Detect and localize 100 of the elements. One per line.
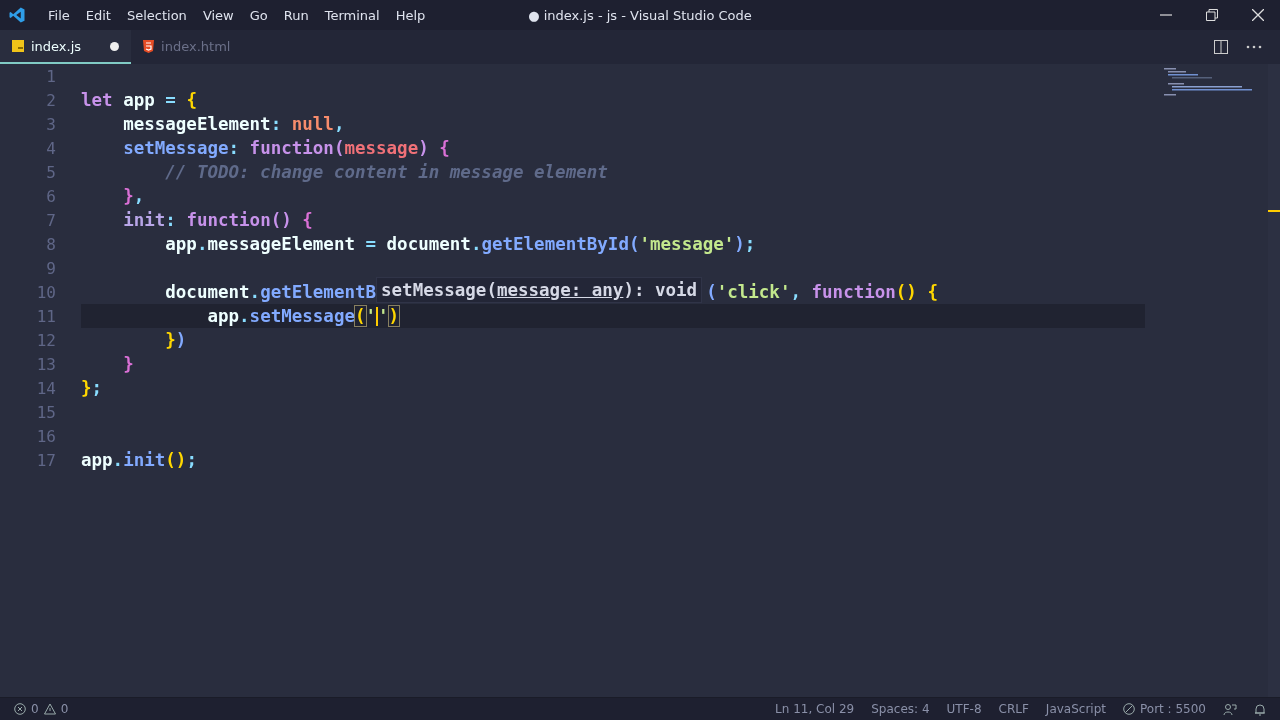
code-token: ( [706,282,717,302]
no-entry-icon [1123,703,1135,715]
code-token: let [81,90,113,110]
code-token: . [112,450,124,470]
menu-item[interactable]: Run [275,7,317,23]
code-token: } [164,330,176,350]
line-number: 7 [45,210,57,230]
code-token: } [122,354,134,374]
code-token: app [81,450,113,470]
code-token: . [196,234,208,254]
status-item[interactable]: JavaScript [1045,702,1106,716]
line-number: 8 [45,234,57,254]
code-token: = [365,234,377,254]
js-file-icon [12,40,24,52]
line-number: 14 [35,378,57,398]
code-token: app [164,234,197,254]
code-token: = [165,90,176,110]
menu-item[interactable]: File [40,7,78,23]
menu-item[interactable]: View [194,7,242,23]
window-title: ● index.js - js - Visual Studio Code [528,7,752,23]
code-token: ; [91,378,103,398]
code-token: ) [388,306,400,326]
port-status[interactable]: Port : 5500 [1140,702,1206,716]
code-token: , [790,282,802,302]
line-number: 17 [35,450,57,470]
code-token: { [301,210,313,230]
code-token: } [122,186,134,206]
code-token: ( [628,234,640,254]
signature-tooltip: setMessage(message: any): void [376,277,703,303]
menu-item[interactable]: Selection [118,7,195,23]
status-item[interactable]: Spaces: 4 [871,702,930,716]
code-token: app [206,306,240,326]
html-file-icon [143,39,155,53]
line-number: 6 [45,186,57,206]
bell-icon[interactable] [1254,702,1266,716]
code-token: ) [734,234,745,254]
warning-count: 0 [60,702,69,716]
code-token: setMessage [249,306,355,326]
line-number: 13 [35,354,57,374]
code-token: document [385,234,471,254]
error-icon [14,703,26,715]
line-number: 10 [35,282,57,302]
code-token: { [926,282,938,302]
code-token: function( [249,138,345,158]
code-token: getElementById [481,234,629,254]
code-token: ) [418,138,429,158]
code-token: ; [186,450,197,470]
problems-status[interactable]: 0 0 [14,702,69,716]
code-token: // TODO: change content in message element [164,162,608,182]
split-editor-icon[interactable] [1214,40,1228,54]
code-token: ' [378,306,389,326]
code-token: messageElement [207,234,356,254]
code-token: . [470,234,482,254]
code-token: message [344,138,419,158]
line-number: 3 [45,114,57,134]
code-token: . [239,306,250,326]
code-token: ' [365,306,377,326]
code-token: () [165,450,187,470]
code-token: setMessage [122,138,229,158]
code-token: app [122,90,156,110]
code-token: . [249,282,261,302]
menu-item[interactable]: Go [241,7,276,23]
more-icon[interactable] [1246,45,1262,49]
error-count: 0 [31,702,39,716]
code-token: function() [186,210,292,230]
line-number: 5 [45,162,57,182]
restore-icon[interactable] [1206,9,1218,21]
code-token: 'click' [716,282,791,302]
line-number: 9 [45,258,57,278]
editor-tab[interactable]: index.js [0,30,132,64]
menu-item[interactable]: Help [387,7,434,23]
code-token: , [133,186,145,206]
code-token: } [81,378,92,398]
code-token: init [123,450,166,470]
code-token: { [438,138,450,158]
code-token: ( [354,306,366,326]
code-token: : [165,210,177,230]
code-token: , [333,114,345,134]
vscode-logo-icon [8,6,26,24]
code-token: ) [175,330,187,350]
close-icon[interactable] [1252,9,1264,21]
menu-item[interactable]: Edit [77,7,119,23]
status-item[interactable]: Ln 11, Col 29 [775,702,855,716]
code-token: : [228,138,241,158]
menu-item[interactable]: Terminal [316,7,388,23]
status-item[interactable]: UTF-8 [946,702,982,716]
feedback-icon[interactable] [1223,702,1237,716]
code-token: messageElement [122,114,271,134]
code-token: function [811,282,896,302]
code-token: () [895,282,917,302]
code-token: { [185,90,197,110]
line-number: 11 [35,306,57,326]
line-number: 15 [35,402,57,422]
warning-icon [43,703,56,715]
line-number: 4 [45,138,57,158]
line-number: 1 [45,66,57,86]
status-item[interactable]: CRLF [998,702,1029,716]
line-number: 16 [35,426,57,446]
code-token: null [291,114,334,134]
code-token: document [164,282,250,302]
